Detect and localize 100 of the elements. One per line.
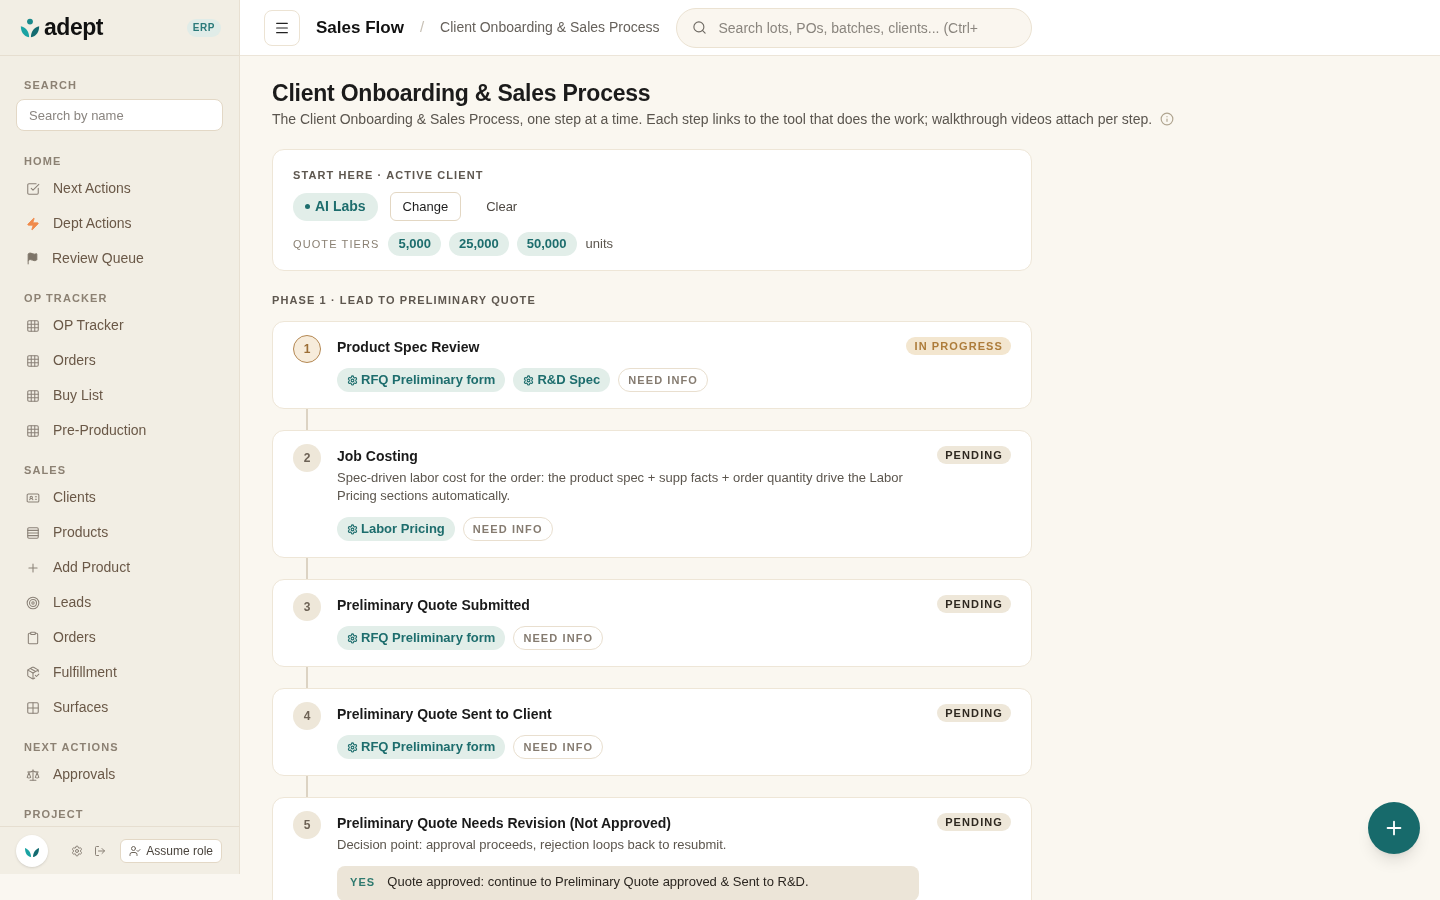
target-icon <box>26 595 40 610</box>
phase-title: PHASE 1 · LEAD TO PRELIMINARY QUOTE <box>272 293 537 308</box>
step-number: 2 <box>293 444 321 472</box>
nav-item[interactable]: Orders <box>16 343 223 378</box>
nav-item[interactable]: Next Actions <box>16 171 223 206</box>
nav-item[interactable]: Clients <box>16 480 223 515</box>
page-title: Client Onboarding & Sales Process <box>272 79 652 108</box>
page-section-title: Sales Flow <box>316 16 404 39</box>
search-field[interactable]: Search by name <box>16 99 223 131</box>
branch-text: Quote approved: continue to Preliminary Quote approved & Sent to R&D. <box>387 875 809 889</box>
nav-item[interactable]: Fulfillment <box>16 655 223 690</box>
flag-icon <box>26 252 39 265</box>
status-badge: PENDING <box>937 704 1011 722</box>
id-card-icon <box>26 490 40 505</box>
need-info-button[interactable]: NEED INFO <box>513 735 604 759</box>
menu-button[interactable] <box>264 9 300 46</box>
step-title: Preliminary Quote Sent to Client <box>337 705 553 724</box>
breadcrumb: Client Onboarding & Sales Process <box>440 18 660 37</box>
status-badge: PENDING <box>937 813 1011 831</box>
list-icon <box>26 525 40 540</box>
step-title: Product Spec Review <box>337 338 481 357</box>
logout-icon[interactable] <box>94 844 106 857</box>
package-icon <box>26 665 40 680</box>
quote-tier-chip[interactable]: 5,000 <box>388 232 441 256</box>
section-label: OP TRACKER <box>23 291 109 306</box>
connector-line <box>306 558 308 579</box>
grid-icon <box>26 318 40 333</box>
section-label: NEXT ACTIONS <box>23 740 120 755</box>
nav-item[interactable]: Products <box>16 515 223 550</box>
tool-link-chip[interactable]: RFQ Preliminary form <box>337 626 506 650</box>
need-info-button[interactable]: NEED INFO <box>462 517 553 541</box>
nav-item[interactable]: Review Queue <box>16 241 223 276</box>
step-description: Spec-driven labor cost for the order: the product spec + supp facts + order quantity drive the Labor Pricing sections automatically. <box>337 469 904 505</box>
branch-label: YES <box>350 875 376 889</box>
gear-icon <box>347 523 358 535</box>
section-label: PROJECT <box>23 807 85 822</box>
section-label: SALES <box>23 463 68 478</box>
step-number: 3 <box>293 593 321 621</box>
nav-item[interactable]: Dept Actions <box>16 206 223 241</box>
lightning-icon <box>26 216 40 231</box>
status-badge: PENDING <box>937 446 1011 464</box>
nav-item[interactable]: Surfaces <box>16 690 223 725</box>
clear-button[interactable]: Clear <box>475 192 529 221</box>
nav-item[interactable]: Leads <box>16 585 223 620</box>
connector-line <box>306 776 308 797</box>
info-icon[interactable] <box>1160 112 1175 126</box>
grid-icon <box>26 423 40 438</box>
tool-link-chip[interactable]: RFQ Preliminary form <box>337 368 506 392</box>
settings-icon[interactable] <box>71 844 83 857</box>
client-chip[interactable]: AI Labs <box>293 192 378 221</box>
step-title: Preliminary Quote Needs Revision (Not Approved) <box>337 814 672 833</box>
tool-link-chip[interactable]: Labor Pricing <box>337 517 455 541</box>
section-label: SEARCH <box>23 78 79 93</box>
grid-icon <box>26 353 40 368</box>
grid-icon <box>26 700 40 715</box>
nav-item[interactable]: Add Product <box>16 550 223 585</box>
need-info-button[interactable]: NEED INFO <box>618 368 709 392</box>
card-heading: START HERE · ACTIVE CLIENT <box>293 168 485 183</box>
clipboard-icon <box>26 630 40 645</box>
gear-icon <box>347 741 358 753</box>
connector-line <box>306 667 308 688</box>
step-number: 1 <box>293 335 321 363</box>
nav-item[interactable]: Pre-Production <box>16 413 223 448</box>
step-title: Job Costing <box>337 447 419 466</box>
breadcrumb-separator: / <box>419 17 425 38</box>
step-number: 4 <box>293 702 321 730</box>
nav-item[interactable]: Buy List <box>16 378 223 413</box>
tool-link-chip[interactable]: RFQ Preliminary form <box>337 735 506 759</box>
need-info-button[interactable]: NEED INFO <box>513 626 604 650</box>
gear-icon <box>347 374 358 386</box>
check-square-icon <box>26 181 40 196</box>
step-description: Decision point: approval proceeds, rejection loops back to resubmit. <box>337 836 728 854</box>
logo-avatar-icon[interactable] <box>16 834 48 867</box>
nav-item[interactable]: Approvals <box>16 757 223 792</box>
gear-icon <box>523 374 535 386</box>
tool-link-chip[interactable]: R&D Spec <box>513 368 611 392</box>
plus-icon <box>26 560 40 575</box>
grid-icon <box>26 388 40 403</box>
nav-item[interactable]: Orders <box>16 620 223 655</box>
step-title: Preliminary Quote Submitted <box>337 596 531 615</box>
page-subtitle: The Client Onboarding & Sales Process, one step at a time. Each step links to the tool that does the work; walkthrough videos attach per step. <box>272 110 1153 129</box>
section-label: HOME <box>23 154 63 169</box>
status-badge: PENDING <box>937 595 1011 613</box>
quote-tier-chip[interactable]: 50,000 <box>516 232 577 256</box>
global-search-field[interactable]: Search lots, POs, batches, clients... (Ctrl+ <box>675 7 1032 48</box>
connector-line <box>306 409 308 430</box>
scale-icon <box>26 767 40 782</box>
change-button[interactable]: Change <box>389 192 462 221</box>
brand-name: adept <box>44 16 104 39</box>
gear-icon <box>347 632 358 644</box>
erp-badge: ERP <box>186 18 221 37</box>
step-number: 5 <box>293 811 321 839</box>
search-icon <box>691 19 707 35</box>
units-label: units <box>585 235 613 254</box>
quote-tier-chip[interactable]: 25,000 <box>449 232 509 256</box>
status-badge: IN PROGRESS <box>906 337 1011 355</box>
assume-role-button[interactable]: Assume role <box>120 838 222 863</box>
nav-item[interactable]: OP Tracker <box>16 308 223 343</box>
user-check-icon <box>129 844 142 857</box>
leaf-logo-icon <box>19 16 41 39</box>
